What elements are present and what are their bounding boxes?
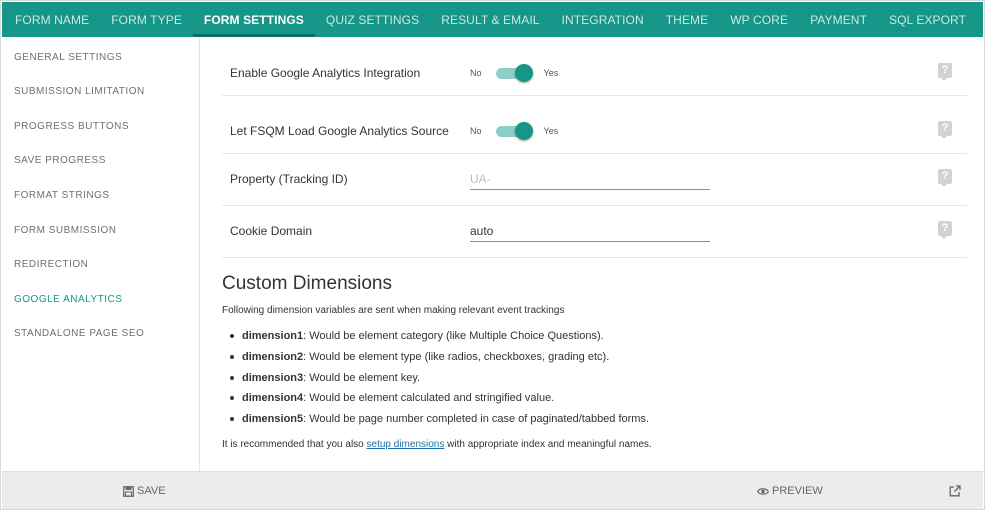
toggle-knob xyxy=(514,64,533,82)
help-icon[interactable]: ? xyxy=(938,169,952,187)
toggle-on-label: Yes xyxy=(543,126,559,136)
dimension-text: : Would be element category (like Multip… xyxy=(303,330,604,342)
list-item: dimension3: Would be element key. xyxy=(230,371,649,392)
tab-integration[interactable]: INTEGRATION xyxy=(551,2,655,37)
setup-dimensions-link[interactable]: setup dimensions xyxy=(367,439,445,450)
setting-row-enable-ga: Enable Google Analytics Integration No Y… xyxy=(222,37,967,96)
dimension-text: : Would be page number completed in case… xyxy=(303,413,650,426)
sidebar-item-format-strings[interactable]: FORMAT STRINGS xyxy=(14,190,110,201)
external-link-icon xyxy=(949,485,961,497)
dimension-key: dimension2 xyxy=(242,350,304,363)
cookie-domain-input[interactable] xyxy=(470,220,710,242)
load-source-label: Let FSQM Load Google Analytics Source xyxy=(230,124,449,138)
toggle-on-label: Yes xyxy=(543,68,559,78)
tab-form-type[interactable]: FORM TYPE xyxy=(100,2,193,37)
toggle-off-label: No xyxy=(470,126,482,136)
list-item: dimension1: Would be element category (l… xyxy=(230,329,649,350)
save-label: SAVE xyxy=(137,485,166,497)
tab-quiz-settings[interactable]: QUIZ SETTINGS xyxy=(315,2,430,37)
list-item: dimension4: Would be element calculated … xyxy=(230,391,649,412)
sidebar-item-general-settings[interactable]: GENERAL SETTINGS xyxy=(14,52,122,63)
preview-button[interactable]: PREVIEW xyxy=(757,472,823,510)
dimension-text: : Would be element type (like radios, ch… xyxy=(303,350,610,363)
help-icon[interactable]: ? xyxy=(938,63,952,81)
custom-dimensions-description: Following dimension variables are sent w… xyxy=(222,305,565,316)
setting-row-tracking-id: Property (Tracking ID) ? xyxy=(222,154,967,206)
tab-payment[interactable]: PAYMENT xyxy=(799,2,878,37)
enable-ga-toggle[interactable] xyxy=(495,64,533,82)
top-tab-bar: FORM NAME FORM TYPE FORM SETTINGS QUIZ S… xyxy=(2,2,983,37)
list-item: dimension5: Would be page number complet… xyxy=(230,412,649,433)
enable-ga-label: Enable Google Analytics Integration xyxy=(230,66,421,80)
sidebar-item-form-submission[interactable]: FORM SUBMISSION xyxy=(14,225,117,236)
tab-result-email[interactable]: RESULT & EMAIL xyxy=(430,2,550,37)
enable-ga-toggle-group: No Yes xyxy=(470,64,559,82)
tab-theme[interactable]: THEME xyxy=(655,2,720,37)
tracking-id-input[interactable] xyxy=(470,168,710,190)
settings-panel: Enable Google Analytics Integration No Y… xyxy=(201,37,984,471)
dimension-text: : Would be element calculated and string… xyxy=(303,392,555,405)
dimensions-list: dimension1: Would be element category (l… xyxy=(230,329,649,433)
settings-sidebar: GENERAL SETTINGS SUBMISSION LIMITATION P… xyxy=(2,37,200,471)
dimensions-note: It is recommended that you also setup di… xyxy=(222,439,652,450)
sidebar-item-submission-limitation[interactable]: SUBMISSION LIMITATION xyxy=(14,86,145,97)
dimension-key: dimension3 xyxy=(242,371,304,384)
tab-wp-core[interactable]: WP CORE xyxy=(719,2,799,37)
setting-row-load-source: Let FSQM Load Google Analytics Source No… xyxy=(222,96,967,154)
dimension-key: dimension1 xyxy=(242,330,304,342)
tab-form-settings[interactable]: FORM SETTINGS xyxy=(192,2,315,37)
tab-form-name[interactable]: FORM NAME xyxy=(4,2,100,37)
dimension-key: dimension5 xyxy=(242,413,304,426)
setting-row-cookie-domain: Cookie Domain ? xyxy=(222,206,967,258)
load-source-toggle-group: No Yes xyxy=(470,122,559,140)
tab-sql-export[interactable]: SQL EXPORT xyxy=(878,2,977,37)
eye-icon xyxy=(757,487,769,495)
list-item: dimension2: Would be element type (like … xyxy=(230,350,649,371)
save-button[interactable]: SAVE xyxy=(123,472,166,510)
dimension-text: : Would be element key. xyxy=(303,371,421,384)
open-external-button[interactable] xyxy=(949,472,964,510)
sidebar-item-standalone-page-seo[interactable]: STANDALONE PAGE SEO xyxy=(14,328,144,339)
toggle-knob xyxy=(514,122,533,140)
help-icon[interactable]: ? xyxy=(938,221,952,239)
note-text-after: with appropriate index and meaningful na… xyxy=(444,439,652,450)
tracking-id-label: Property (Tracking ID) xyxy=(230,172,348,186)
sidebar-item-save-progress[interactable]: SAVE PROGRESS xyxy=(14,155,106,166)
dimension-key: dimension4 xyxy=(242,392,304,405)
sidebar-item-google-analytics[interactable]: GOOGLE ANALYTICS xyxy=(14,294,122,305)
form-settings-window: FORM NAME FORM TYPE FORM SETTINGS QUIZ S… xyxy=(0,0,985,510)
help-icon[interactable]: ? xyxy=(938,121,952,139)
load-source-toggle[interactable] xyxy=(495,122,533,140)
custom-dimensions-heading: Custom Dimensions xyxy=(222,273,392,294)
sidebar-item-progress-buttons[interactable]: PROGRESS BUTTONS xyxy=(14,121,129,132)
floppy-disk-icon xyxy=(123,485,134,497)
bottom-action-bar: SAVE PREVIEW xyxy=(2,471,983,509)
note-text-before: It is recommended that you also xyxy=(222,439,367,450)
preview-label: PREVIEW xyxy=(772,485,823,497)
toggle-off-label: No xyxy=(470,68,482,78)
cookie-domain-label: Cookie Domain xyxy=(230,224,313,238)
sidebar-item-redirection[interactable]: REDIRECTION xyxy=(14,259,88,270)
